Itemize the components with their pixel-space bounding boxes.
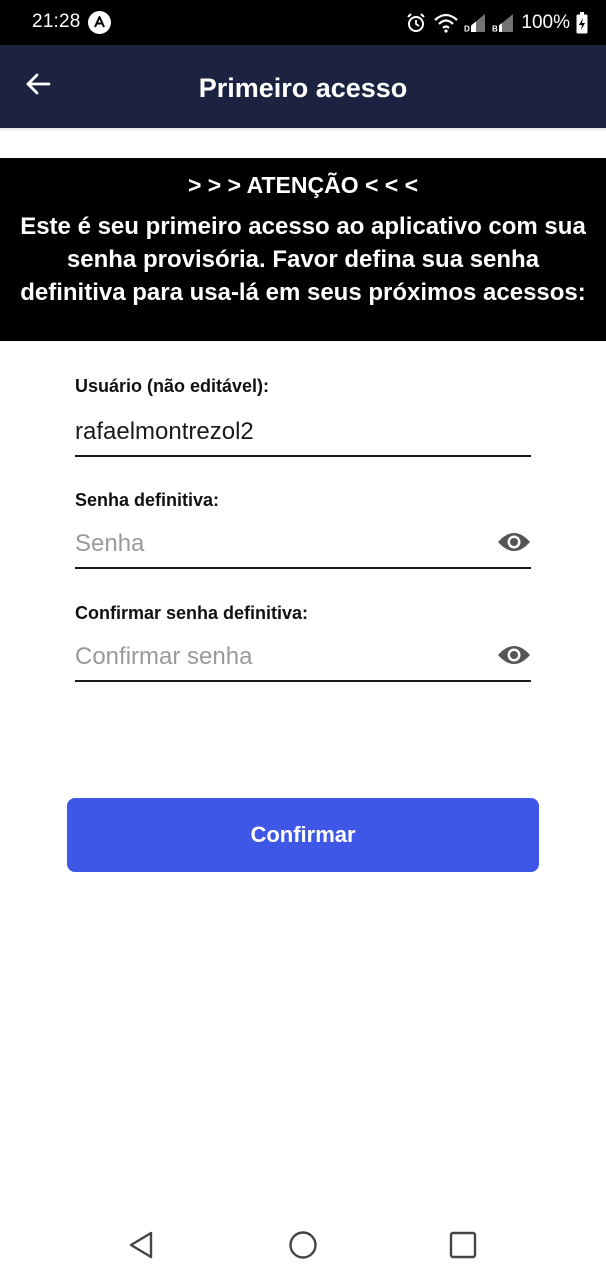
confirm-password-input[interactable] [75, 636, 475, 678]
attention-banner: > > > ATENÇÃO < < < Este é seu primeiro … [0, 158, 606, 341]
password-field [75, 523, 531, 569]
status-icons: D B 100% [405, 9, 588, 37]
toggle-password-visibility-button[interactable] [497, 529, 531, 559]
nav-recents-icon[interactable] [446, 1228, 480, 1262]
battery-percent: 100% [521, 12, 570, 33]
battery-charging-icon [576, 12, 588, 34]
alarm-icon [405, 12, 427, 34]
status-bar: 21:28 D B 100% [0, 0, 606, 45]
confirm-password-field [75, 636, 531, 682]
banner-title: > > > ATENÇÃO < < < [187, 172, 419, 198]
signal-icon: D [461, 12, 487, 34]
confirm-password-label: Confirmar senha definitiva: [75, 603, 309, 623]
nav-back-icon[interactable] [125, 1228, 159, 1262]
nav-home-icon[interactable] [286, 1228, 320, 1262]
svg-text:D: D [464, 25, 470, 34]
password-input[interactable] [75, 523, 475, 565]
signal-icon: B [489, 12, 515, 34]
app-notification-icon [88, 11, 111, 34]
status-time: 21:28 [32, 11, 81, 32]
username-input [75, 411, 475, 453]
svg-text:B: B [492, 25, 498, 34]
username-field [75, 411, 531, 457]
toggle-confirm-password-visibility-button[interactable] [497, 642, 531, 672]
confirm-button[interactable]: Confirmar [67, 798, 539, 872]
app-bar: Primeiro acesso [0, 45, 606, 128]
password-label: Senha definitiva: [75, 490, 220, 510]
page-title: Primeiro acesso [198, 73, 408, 103]
wifi-icon [433, 12, 459, 34]
system-nav-bar [0, 1210, 606, 1280]
banner-message: Este é seu primeiro acesso ao aplicativo… [20, 213, 586, 306]
app-bar-shadow [0, 128, 606, 132]
eye-icon [497, 530, 531, 559]
username-label: Usuário (não editável): [75, 376, 270, 396]
eye-icon [497, 643, 531, 672]
